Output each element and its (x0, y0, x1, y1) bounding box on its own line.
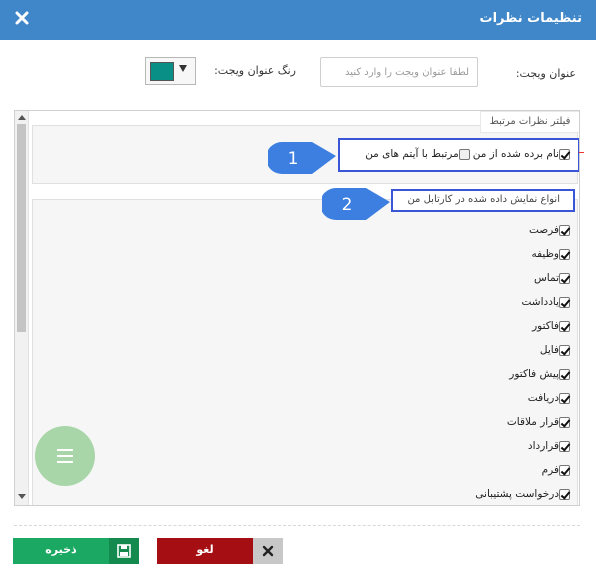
mentioned-label: نام برده شده از من (472, 148, 559, 160)
type-item[interactable]: یادداشت (521, 296, 570, 308)
types-legend: انواع نمایش داده شده در کارتابل من (407, 194, 560, 205)
type-item[interactable]: تماس (534, 272, 570, 284)
type-label: وظیفه (531, 248, 559, 260)
type-item[interactable]: فرم (542, 464, 570, 476)
dialog-titlebar: تنظیمات نظرات (0, 0, 596, 40)
type-checkbox[interactable] (559, 344, 570, 356)
type-label: فایل (539, 344, 559, 356)
scroll-down-icon[interactable] (18, 494, 26, 499)
menu-fab-button[interactable] (35, 426, 95, 486)
type-item[interactable]: دریافت (528, 392, 570, 404)
mentioned-checkbox[interactable] (559, 148, 570, 160)
type-label: پیش فاکتور (509, 368, 559, 380)
type-item[interactable]: وظیفه (531, 248, 570, 260)
callout-2: 2 (320, 187, 390, 220)
types-fieldset (32, 199, 578, 505)
widget-title-input[interactable] (321, 58, 477, 86)
title-color-picker[interactable] (145, 57, 196, 85)
type-item[interactable]: درخواست پشتیبانی (475, 488, 570, 500)
related-checkbox[interactable] (458, 148, 470, 160)
type-checkbox[interactable] (559, 464, 570, 476)
scroll-thumb[interactable] (17, 124, 26, 332)
footer-divider (14, 525, 580, 526)
save-label: ذخیره (45, 543, 77, 556)
type-checkbox[interactable] (559, 368, 570, 380)
widget-title-label: عنوان ویجت: (515, 67, 576, 80)
type-item[interactable]: فاکتور (532, 320, 570, 332)
type-checkbox[interactable] (559, 440, 570, 452)
save-icon (109, 538, 139, 564)
type-checkbox[interactable] (559, 320, 570, 332)
type-label: فاکتور (532, 320, 559, 332)
caret-down-icon (179, 65, 187, 72)
type-checkbox[interactable] (559, 272, 570, 284)
type-label: قرارداد (527, 440, 559, 452)
type-label: تماس (533, 272, 559, 284)
red-tick-mark (579, 152, 584, 153)
widget-title-field-wrap (320, 57, 478, 87)
type-label: درخواست پشتیبانی (475, 488, 559, 500)
type-label: فرم (541, 464, 559, 476)
callout-1: 1 (266, 141, 336, 174)
type-checkbox[interactable] (559, 416, 570, 428)
type-item[interactable]: پیش فاکتور (509, 368, 570, 380)
cancel-button[interactable]: لغو (157, 538, 283, 564)
vertical-scrollbar[interactable] (15, 111, 29, 505)
type-checkbox[interactable] (559, 224, 570, 236)
cancel-label: لغو (196, 543, 214, 556)
menu-icon-bar (57, 455, 73, 457)
callout-2-number: 2 (342, 195, 353, 215)
related-label: مرتبط با آیتم های من (365, 148, 459, 160)
dialog-title: تنظیمات نظرات (479, 11, 583, 26)
filter-options-row: نام برده شده از من مرتبط با آیتم های من (365, 148, 570, 160)
callout-1-number: 1 (288, 149, 299, 169)
type-label: دریافت (527, 392, 559, 404)
close-icon[interactable] (12, 8, 32, 28)
type-label: یادداشت (521, 296, 560, 308)
save-button[interactable]: ذخیره (13, 538, 139, 564)
title-color-label: رنگ عنوان ویجت: (214, 64, 296, 77)
cancel-x-icon (253, 538, 283, 564)
type-label: قرار ملاقات (506, 416, 559, 428)
type-checkbox[interactable] (559, 392, 570, 404)
type-checkbox[interactable] (559, 488, 570, 500)
type-checkbox[interactable] (559, 248, 570, 260)
type-item[interactable]: فرصت (529, 224, 570, 236)
menu-icon (57, 449, 73, 451)
type-item[interactable]: قرار ملاقات (507, 416, 570, 428)
type-item[interactable]: قرارداد (528, 440, 570, 452)
scroll-up-icon[interactable] (18, 115, 26, 120)
type-checkbox[interactable] (559, 296, 570, 308)
color-swatch (150, 62, 174, 81)
menu-icon-bar (57, 461, 73, 463)
filter-legend: فیلتر نظرات مرتبط (480, 111, 579, 133)
type-item[interactable]: فایل (540, 344, 570, 356)
type-label: فرصت (528, 224, 559, 236)
